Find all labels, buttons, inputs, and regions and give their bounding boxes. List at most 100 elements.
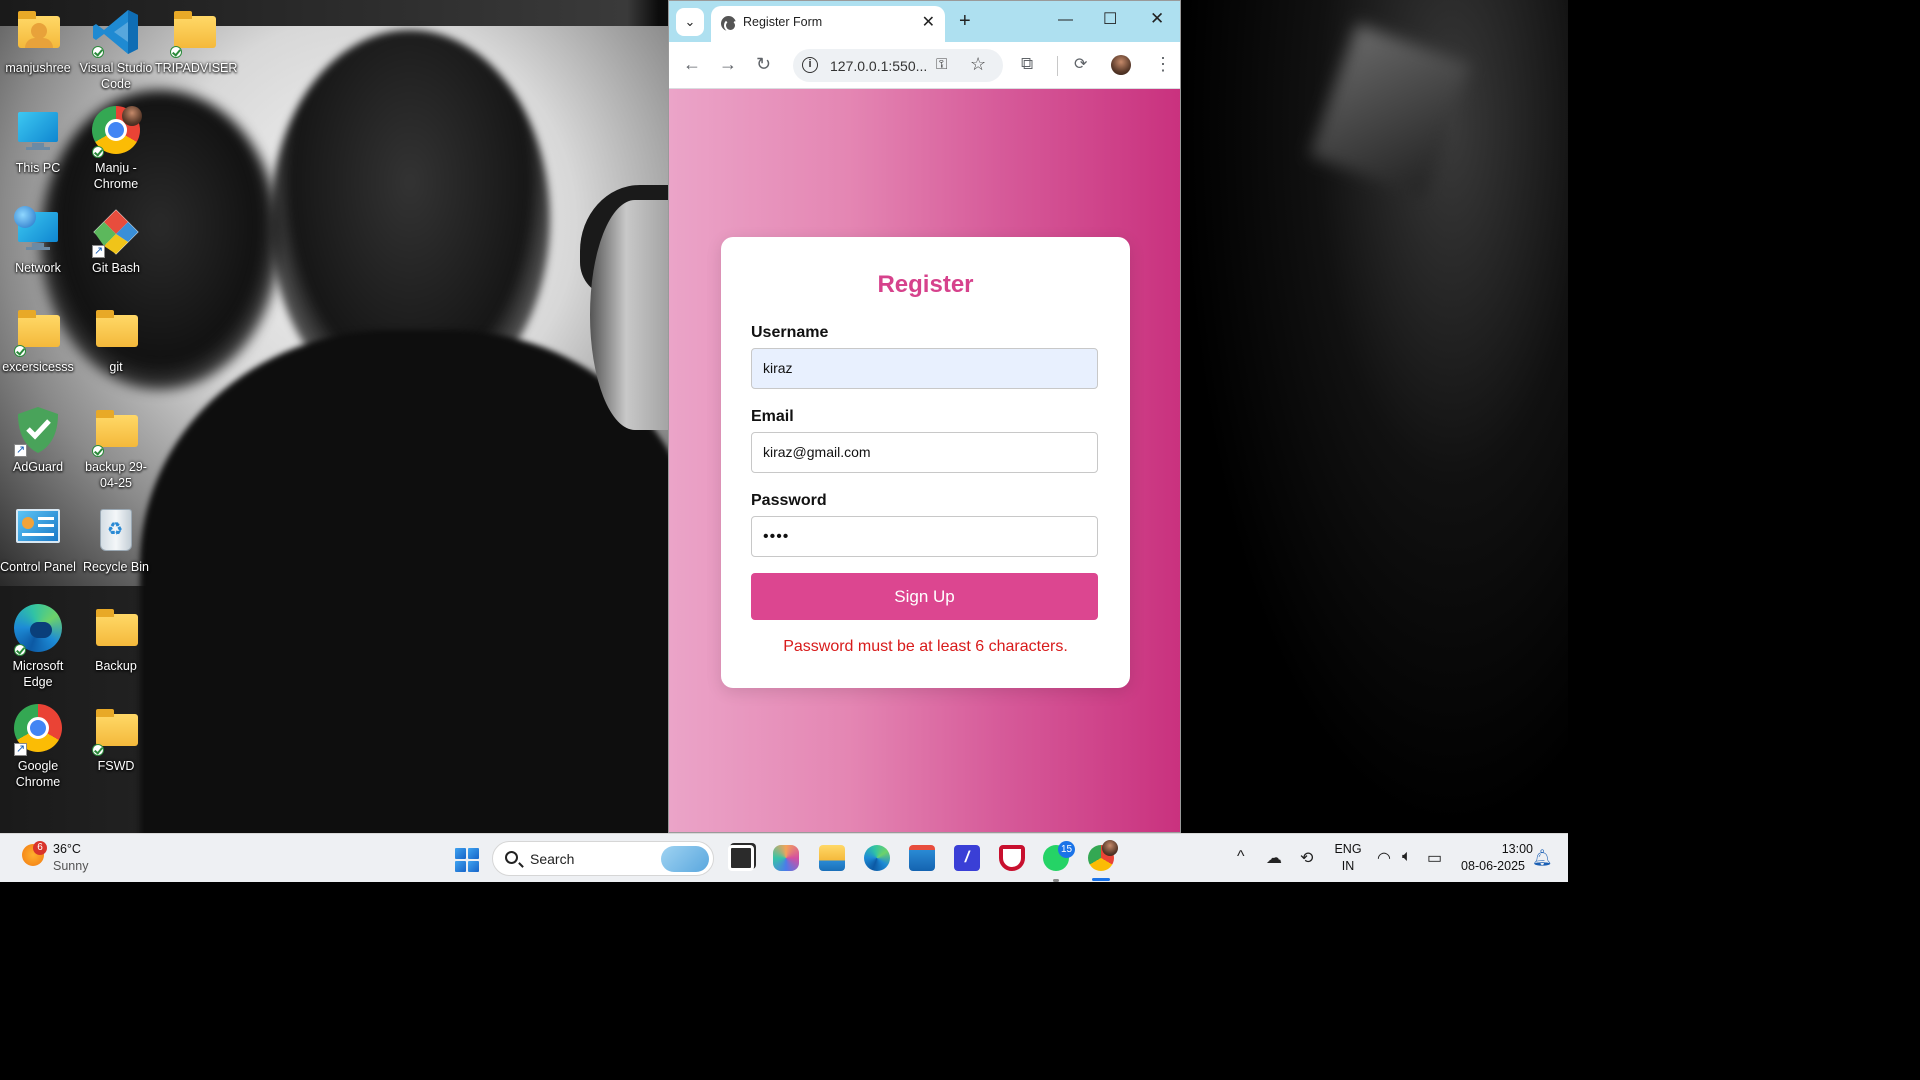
sign-up-button[interactable]: Sign Up — [751, 573, 1098, 620]
close-tab-icon[interactable]: ✕ — [922, 12, 935, 32]
folder-icon — [12, 305, 64, 357]
desktop-icon-label: git — [109, 360, 123, 374]
folder-icon — [90, 704, 142, 756]
weather-temperature: 36°C — [53, 842, 81, 856]
desktop-icon-backup[interactable]: Backup — [77, 604, 155, 674]
sync-alert-icon[interactable]: ⟲ — [1300, 848, 1313, 868]
url-text[interactable]: 127.0.0.1:550... — [830, 58, 927, 74]
volume-icon[interactable]: 🔈︎ — [1402, 848, 1412, 866]
desktop-icon-this-pc[interactable]: This PC — [0, 106, 77, 176]
desktop-icon-manju-chrome[interactable]: Manju - Chrome — [77, 106, 155, 192]
desktop-icon-label: This PC — [15, 161, 61, 175]
desktop-icon-label: TRIPADVISER — [155, 61, 238, 75]
desktop-icon-recycle-bin[interactable]: ♻ Recycle Bin — [77, 505, 155, 575]
desktop-icon-git-bash[interactable]: Git Bash — [77, 206, 155, 276]
desktop-icon-fswd[interactable]: FSWD — [77, 704, 155, 774]
copilot-icon[interactable] — [773, 845, 799, 871]
profile-avatar[interactable] — [1111, 55, 1131, 75]
kebab-menu-icon[interactable]: ⋮ — [1154, 54, 1172, 75]
maximize-button[interactable]: ☐ — [1103, 9, 1117, 29]
desktop-icon-backup-29-04-25[interactable]: backup 29-04-25 — [77, 405, 155, 491]
notification-bell-icon[interactable]: 🔔︎ — [1532, 848, 1552, 868]
git-bash-icon — [90, 206, 142, 259]
globe-icon — [721, 16, 737, 32]
wallpaper-face — [590, 200, 680, 430]
taskbar-search[interactable]: Search — [492, 841, 714, 876]
desktop-icon-label: Manju - Chrome — [93, 161, 139, 191]
edge-taskbar-icon[interactable] — [864, 845, 890, 871]
back-arrow-icon[interactable]: ← — [683, 54, 701, 75]
toolbar-divider — [1057, 56, 1058, 76]
folder-icon — [90, 305, 142, 357]
desktop-icon-label: Google Chrome — [15, 759, 61, 789]
chrome-profile-icon — [90, 106, 142, 158]
tab-register-form[interactable]: Register Form ✕ — [711, 6, 945, 42]
vscode-icon — [90, 6, 142, 58]
desktop-icon-label: AdGuard — [12, 460, 64, 474]
tab-bar: ⌄ Register Form ✕ + — ☐ ✕ — [669, 1, 1180, 42]
reload-icon[interactable]: ↻ — [756, 54, 771, 75]
bookmark-star-icon[interactable]: ☆ — [970, 54, 986, 75]
browser-window: ⌄ Register Form ✕ + — ☐ ✕ ← → ↻ i 127.0.… — [668, 0, 1181, 833]
desktop-icon-excersicesss[interactable]: excersicesss — [0, 305, 77, 375]
chrome-profile-badge — [1102, 840, 1118, 856]
forward-arrow-icon[interactable]: → — [719, 54, 737, 75]
username-input[interactable]: kiraz — [751, 348, 1098, 389]
desktop-icon-label: Microsoft Edge — [12, 659, 64, 689]
desktop-icon-manjushree[interactable]: manjushree — [0, 6, 77, 76]
desktop-icon-label: Git Bash — [92, 261, 140, 275]
app-running-indicator — [1053, 879, 1059, 882]
desktop-icon-vscode[interactable]: Visual Studio Code — [77, 6, 155, 92]
chevron-up-icon[interactable]: ^ — [1237, 848, 1245, 866]
password-key-icon[interactable]: ⚿ — [936, 56, 947, 73]
password-input[interactable]: •••• — [751, 516, 1098, 557]
task-view-icon[interactable] — [728, 845, 754, 871]
active-app-indicator — [1092, 878, 1110, 881]
weather-badge: 6 — [33, 841, 47, 855]
search-highlight-image — [661, 846, 709, 872]
code-editor-icon[interactable]: / — [954, 845, 980, 871]
file-explorer-icon[interactable] — [819, 845, 845, 871]
desktop-icon-label: Backup — [95, 659, 137, 673]
error-message: Password must be at least 6 characters. — [783, 638, 1068, 655]
desktop-icon-control-panel[interactable]: Control Panel — [0, 505, 77, 575]
desktop-icon-adguard[interactable]: AdGuard — [0, 405, 77, 475]
clock-time[interactable]: 13:00 — [1455, 842, 1533, 856]
desktop-icon-network[interactable]: Network — [0, 206, 77, 276]
desktop-icon-microsoft-edge[interactable]: Microsoft Edge — [0, 604, 77, 690]
desktop-icon-google-chrome[interactable]: Google Chrome — [0, 704, 77, 790]
mcafee-icon[interactable] — [999, 845, 1025, 871]
desktop-icon-label: FSWD — [97, 759, 135, 773]
edge-icon — [12, 604, 64, 656]
start-button[interactable] — [455, 848, 479, 872]
desktop-icon-label: Visual Studio Code — [79, 61, 153, 91]
wifi-icon[interactable]: ◠ — [1377, 848, 1391, 868]
close-window-button[interactable]: ✕ — [1150, 9, 1164, 29]
microsoft-store-icon[interactable] — [909, 845, 935, 871]
control-panel-icon — [12, 505, 64, 557]
user-folder-icon — [12, 6, 64, 58]
monitor-icon — [12, 106, 64, 158]
minimize-button[interactable]: — — [1058, 11, 1073, 28]
password-label: Password — [751, 492, 827, 509]
address-bar[interactable]: i 127.0.0.1:550... ⚿ ☆ — [793, 49, 1003, 82]
email-input[interactable]: kiraz@gmail.com — [751, 432, 1098, 473]
search-icon — [505, 851, 518, 864]
chevron-down-icon: ⌄ — [684, 14, 696, 29]
form-title: Register — [877, 271, 974, 298]
language-indicator[interactable]: ENG — [1333, 842, 1363, 856]
new-tab-button[interactable]: + — [959, 10, 971, 33]
language-region[interactable]: IN — [1333, 859, 1363, 873]
chrome-icon — [12, 704, 64, 757]
onedrive-cloud-icon[interactable]: ☁ — [1266, 848, 1282, 868]
tab-search-button[interactable]: ⌄ — [676, 8, 704, 36]
extensions-icon[interactable]: ⧉ — [1021, 54, 1033, 74]
desktop-icon-tripadviser[interactable]: TRIPADVISER — [155, 6, 238, 76]
battery-icon[interactable]: ▭ — [1427, 848, 1442, 868]
username-label: Username — [751, 324, 829, 341]
performance-icon[interactable]: ⟳ — [1074, 54, 1087, 74]
taskbar: 6 36°C Sunny Search / 15 ^ ☁ ⟲ ENG IN ◠ … — [0, 833, 1568, 882]
site-info-icon[interactable]: i — [802, 57, 818, 73]
desktop-icon-git[interactable]: git — [77, 305, 155, 375]
clock-date[interactable]: 08-06-2025 — [1455, 859, 1525, 873]
